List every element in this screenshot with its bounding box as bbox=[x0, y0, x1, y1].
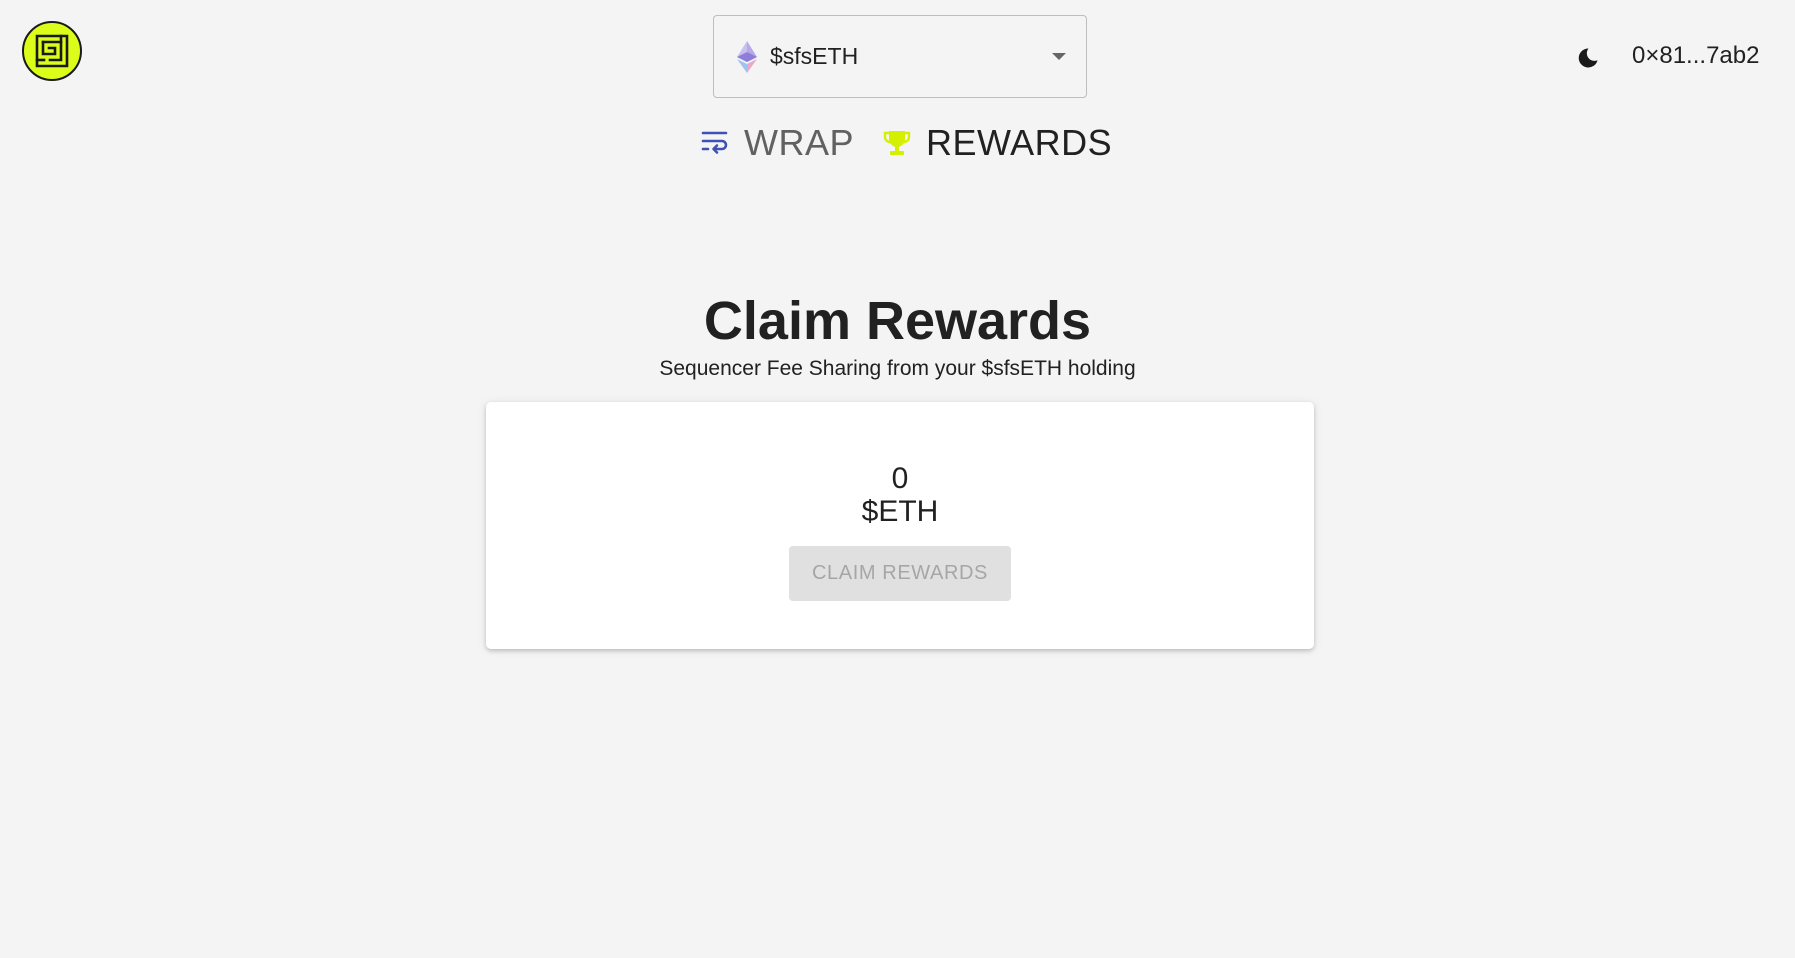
page-title: Claim Rewards bbox=[703, 291, 1092, 351]
token-select-value: $sfsETH bbox=[770, 43, 859, 69]
trophy-icon bbox=[882, 128, 912, 158]
moon-icon[interactable] bbox=[1574, 44, 1602, 72]
wrap-icon bbox=[700, 128, 730, 158]
rewards-currency: $ETH bbox=[861, 495, 939, 528]
chevron-down-icon bbox=[1052, 53, 1066, 60]
rewards-amount: 0 bbox=[891, 462, 909, 495]
maze-logo-icon[interactable] bbox=[22, 21, 82, 81]
ethereum-icon bbox=[736, 40, 758, 73]
claim-rewards-button[interactable]: CLAIM REWARDS bbox=[789, 546, 1011, 601]
tab-wrap-label: WRAP bbox=[744, 122, 854, 163]
main-nav: WRAP REWARDS bbox=[700, 122, 1112, 164]
rewards-card: 0 $ETH CLAIM REWARDS bbox=[486, 402, 1314, 649]
page-subtitle: Sequencer Fee Sharing from your $sfsETH … bbox=[659, 357, 1136, 380]
tab-wrap[interactable]: WRAP bbox=[700, 122, 854, 164]
tab-rewards-label: REWARDS bbox=[926, 122, 1113, 163]
page: $sfsETH 0×81...7ab2 WRAP REWARDS Claim R… bbox=[0, 0, 1795, 958]
wallet-address-button[interactable]: 0×81...7ab2 bbox=[1632, 42, 1759, 70]
token-select[interactable]: $sfsETH bbox=[713, 15, 1087, 98]
tab-rewards[interactable]: REWARDS bbox=[882, 122, 1112, 164]
